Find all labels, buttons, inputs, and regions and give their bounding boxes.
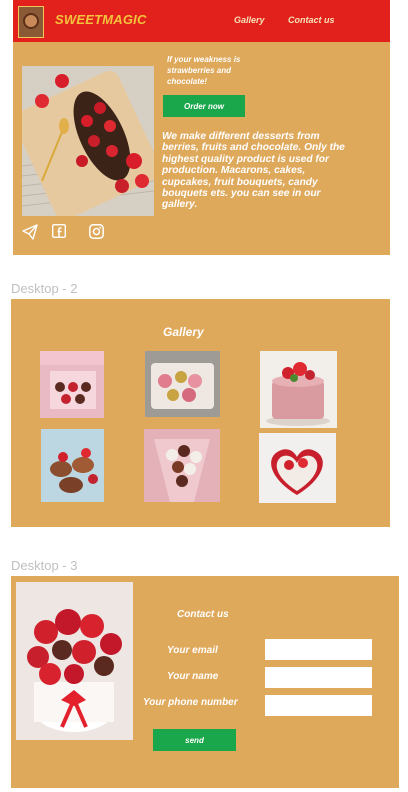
send-button[interactable]: send bbox=[153, 729, 236, 751]
contact-title: Contact us bbox=[177, 609, 229, 620]
desktop-2-label: Desktop - 2 bbox=[11, 281, 78, 296]
logo[interactable] bbox=[18, 6, 44, 38]
gallery-title: Gallery bbox=[163, 325, 204, 339]
hero-description: We make different desserts from berries,… bbox=[162, 131, 345, 211]
gallery-photo-chocolate-bouquet[interactable] bbox=[144, 429, 220, 502]
gallery-photo-rose-box[interactable] bbox=[145, 351, 220, 417]
gallery-photo-strawberry-box[interactable] bbox=[40, 351, 104, 418]
desktop-3-label: Desktop - 3 bbox=[11, 558, 78, 573]
gallery-photo-heart-cake[interactable] bbox=[259, 433, 336, 503]
name-label: Your name bbox=[167, 671, 219, 682]
phone-label: Your phone number bbox=[143, 697, 238, 708]
instagram-icon[interactable] bbox=[89, 224, 104, 239]
facebook-icon[interactable] bbox=[51, 223, 67, 239]
telegram-icon[interactable] bbox=[22, 224, 38, 240]
logo-face-icon bbox=[23, 13, 39, 29]
gallery-photo-macarons[interactable] bbox=[41, 429, 104, 502]
gallery-photo-strawberry-cake[interactable] bbox=[260, 351, 337, 428]
order-now-button[interactable]: Order now bbox=[163, 95, 245, 117]
nav-contact-link[interactable]: Contact us bbox=[288, 15, 335, 25]
hero-dessert-photo bbox=[22, 66, 154, 216]
name-field[interactable] bbox=[265, 667, 372, 688]
nav-gallery-link[interactable]: Gallery bbox=[234, 15, 265, 25]
contact-rose-bouquet-photo bbox=[16, 582, 133, 740]
email-field[interactable] bbox=[265, 639, 372, 660]
phone-field[interactable] bbox=[265, 695, 372, 716]
hero-tagline: If your weakness is strawberries and cho… bbox=[167, 55, 241, 86]
email-label: Your email bbox=[167, 645, 218, 656]
navbar: SWEETMAGIC Gallery Contact us bbox=[13, 0, 390, 42]
brand-name: SWEETMAGIC bbox=[55, 12, 147, 27]
